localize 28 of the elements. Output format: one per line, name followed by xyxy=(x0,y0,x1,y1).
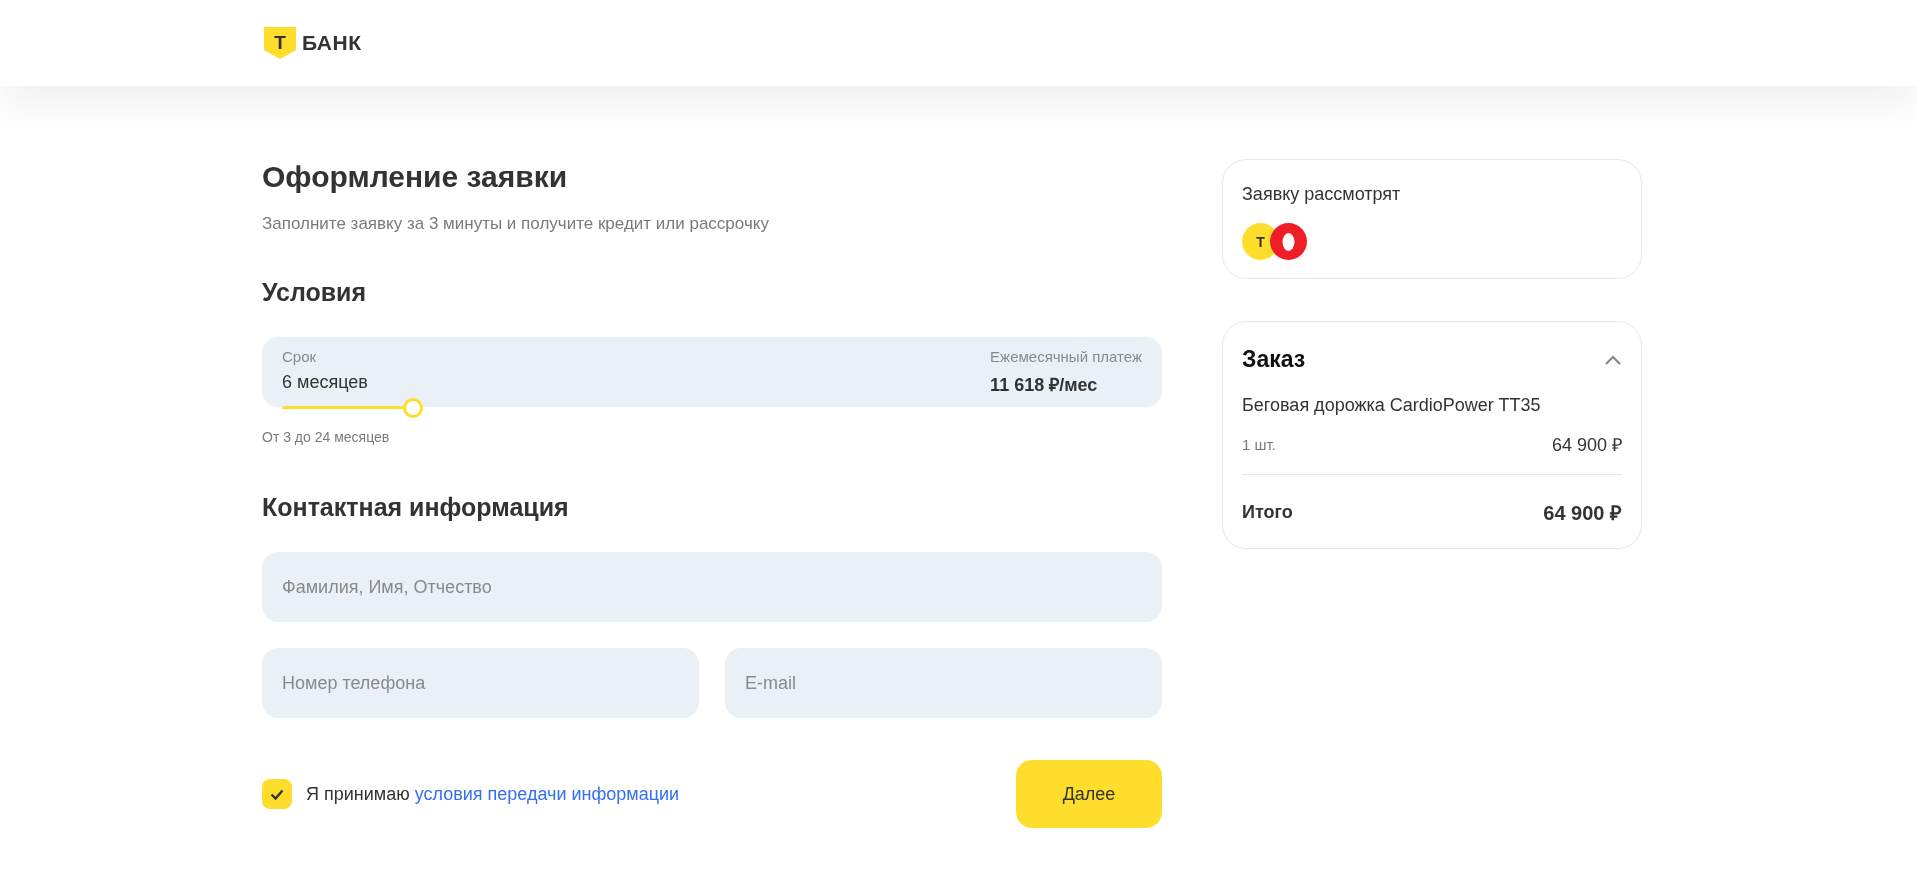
order-item-name: Беговая дорожка CardioPower TT35 xyxy=(1242,395,1542,416)
input-field[interactable]: Номер телефона xyxy=(262,648,699,718)
review-title: Заявку рассмотрят xyxy=(1242,184,1402,205)
order-price: 64 900 ₽ xyxy=(1551,434,1622,456)
next-button[interactable]: Далее xyxy=(1016,760,1162,828)
logo-shield: Т xyxy=(264,27,296,59)
consent-text: Я принимаю условия передачи информации xyxy=(306,783,680,805)
section-heading: Условия xyxy=(262,278,368,307)
consent-checkbox[interactable] xyxy=(262,779,292,809)
total-label: Итого xyxy=(1242,502,1293,523)
chevron-up-icon[interactable] xyxy=(1604,353,1622,366)
payment-value: 11 618 ₽/мес xyxy=(990,374,1098,396)
page-subtitle: Заполните заявку за 3 минуты и получите кредит или рассрочку xyxy=(262,214,770,234)
input-field[interactable]: E-mail xyxy=(725,648,1162,718)
input-field[interactable]: Фамилия, Имя, Отчество xyxy=(262,552,1162,622)
payment-label: Ежемесячный платеж xyxy=(990,348,1142,365)
term-label: Срок xyxy=(282,348,317,365)
check-icon xyxy=(270,788,284,800)
total-value: 64 900 ₽ xyxy=(1543,501,1622,526)
term-value: 6 месяцев xyxy=(282,372,368,393)
page-title: Оформление заявки xyxy=(262,160,569,194)
term-range-hint: От 3 до 24 месяцев xyxy=(262,429,391,445)
bank-logo-icon xyxy=(1270,223,1307,260)
terms-link[interactable]: условия передачи информации xyxy=(414,783,680,804)
section-heading: Контактная информация xyxy=(262,493,570,522)
order-title: Заказ xyxy=(1242,346,1306,373)
logo-text: БАНК xyxy=(302,31,362,55)
order-quantity: 1 шт. xyxy=(1242,435,1276,453)
